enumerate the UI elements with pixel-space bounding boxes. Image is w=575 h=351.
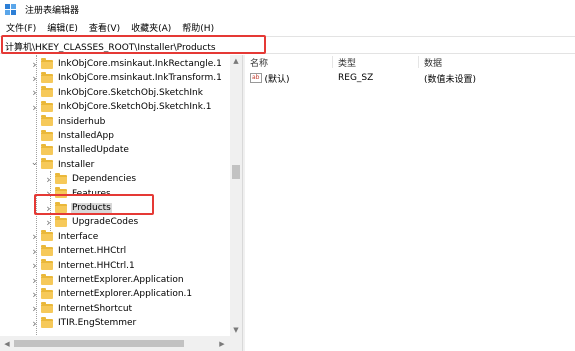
tree-node-label: Dependencies: [72, 174, 137, 185]
chevron-right-icon[interactable]: ›: [30, 244, 39, 258]
string-value-icon: ab: [250, 73, 262, 83]
products-highlight-box: [34, 194, 154, 215]
folder-icon: [41, 57, 53, 69]
tree-node-label: InstalledApp: [58, 131, 114, 141]
menu-help[interactable]: 帮助(H): [182, 21, 214, 34]
value-data: (数值未设置): [424, 74, 477, 85]
tree-node-label: InternetShortcut: [58, 303, 133, 314]
folder-icon: [41, 230, 53, 242]
vertical-scroll-thumb[interactable]: [232, 165, 240, 179]
tree-node[interactable]: › Internet.HHCtrl: [30, 244, 127, 258]
folder-icon: [41, 71, 53, 83]
value-list: 名称 类型 数据 ab (默认) REG_SZ (数值未设置): [245, 55, 575, 351]
tree-node[interactable]: › InternetExplorer.Application.1: [30, 287, 193, 301]
window-title: 注册表编辑器: [25, 6, 80, 16]
tree-node-label: InkObjCore.msinkaut.InkRectangle.1: [58, 59, 222, 69]
menu-file[interactable]: 文件(F): [6, 21, 36, 34]
chevron-right-icon[interactable]: ›: [30, 316, 39, 330]
chevron-right-icon[interactable]: ›: [30, 302, 39, 316]
tree-node[interactable]: InstalledApp: [30, 129, 115, 143]
folder-icon: [41, 129, 53, 141]
chevron-down-icon[interactable]: ⌄: [30, 156, 39, 170]
tree-node[interactable]: › InkObjCore.SketchObj.SketchInk.1: [30, 100, 213, 114]
tree-node[interactable]: › InternetShortcut: [30, 302, 133, 316]
tree-node[interactable]: › InkObjCore.SketchObj.SketchInk: [30, 86, 204, 100]
tree-node-label: insiderhub: [58, 116, 106, 127]
folder-icon: [41, 86, 53, 98]
folder-icon: [55, 172, 67, 184]
folder-icon: [41, 302, 53, 314]
menu-favorites[interactable]: 收藏夹(A): [131, 21, 171, 34]
folder-icon: [41, 244, 53, 256]
tree-node[interactable]: ⌄ Installer: [30, 158, 95, 172]
value-row[interactable]: ab (默认): [250, 71, 290, 85]
folder-icon: [41, 287, 53, 299]
tree-node[interactable]: › UpgradeCodes: [44, 215, 139, 229]
tree-node[interactable]: › InkObjCore.msinkaut.InkTransform.1: [30, 71, 223, 85]
title-bar: 注册表编辑器: [0, 0, 575, 19]
scroll-left-arrow-icon[interactable]: ◀: [1, 336, 13, 351]
chevron-right-icon[interactable]: ›: [44, 215, 53, 229]
chevron-right-icon[interactable]: ›: [30, 100, 39, 114]
folder-icon: [41, 259, 53, 271]
tree-node[interactable]: insiderhub: [30, 115, 106, 129]
tree-node-label: UpgradeCodes: [72, 217, 139, 228]
tree-vertical-scrollbar[interactable]: ▲ ▼: [230, 55, 242, 336]
value-type: REG_SZ: [338, 73, 374, 83]
regedit-app-icon: [5, 3, 17, 16]
tree-node[interactable]: › InternetExplorer.Application: [30, 273, 185, 287]
tree-node-label: InkObjCore.SketchObj.SketchInk.1: [58, 102, 212, 113]
tree-node-label: InkObjCore.msinkaut.InkTransform.1: [58, 73, 222, 84]
value-type-cell: REG_SZ: [338, 71, 373, 85]
menu-view[interactable]: 查看(V): [89, 21, 120, 34]
chevron-right-icon[interactable]: ›: [30, 86, 39, 100]
chevron-right-icon[interactable]: ›: [30, 259, 39, 273]
scroll-down-arrow-icon[interactable]: ▼: [230, 324, 242, 336]
tree-node[interactable]: › Interface: [30, 230, 99, 244]
chevron-right-icon[interactable]: ›: [30, 57, 39, 71]
tree-node[interactable]: › InkObjCore.msinkaut.InkRectangle.1: [30, 57, 223, 71]
scroll-right-arrow-icon[interactable]: ▶: [216, 336, 228, 351]
value-data-cell: (数值未设置): [424, 71, 476, 85]
chevron-right-icon[interactable]: ›: [30, 71, 39, 85]
folder-icon: [41, 115, 53, 127]
column-header-type[interactable]: 类型: [338, 55, 356, 69]
tree-node-label: InternetExplorer.Application: [58, 275, 184, 285]
address-highlight-box: [1, 35, 266, 54]
horizontal-scroll-thumb[interactable]: [14, 340, 184, 347]
tree-node-label: Internet.HHCtrl.1: [58, 260, 135, 271]
folder-icon: [41, 316, 53, 328]
tree-node[interactable]: InstalledUpdate: [30, 143, 130, 157]
folder-icon: [41, 158, 53, 170]
tree-node-label: Interface: [58, 231, 99, 242]
chevron-right-icon[interactable]: ›: [30, 287, 39, 301]
chevron-right-icon[interactable]: ›: [30, 273, 39, 287]
tree-horizontal-scrollbar[interactable]: ◀ ▶: [0, 336, 242, 351]
tree-node[interactable]: › Internet.HHCtrl.1: [30, 259, 136, 273]
tree-node-label: ITIR.EngStemmer: [58, 318, 137, 329]
column-header-name[interactable]: 名称: [250, 55, 268, 69]
folder-icon: [41, 100, 53, 112]
chevron-right-icon[interactable]: ›: [44, 172, 53, 186]
folder-icon: [41, 143, 53, 155]
tree-node-label: Installer: [58, 159, 95, 170]
folder-icon: [55, 215, 67, 227]
scroll-up-arrow-icon[interactable]: ▲: [230, 55, 242, 67]
menu-edit[interactable]: 编辑(E): [47, 21, 78, 34]
menu-bar: 文件(F) 编辑(E) 查看(V) 收藏夹(A) 帮助(H): [0, 19, 575, 36]
chevron-right-icon[interactable]: ›: [30, 230, 39, 244]
tree-node[interactable]: › ITIR.EngStemmer: [30, 316, 137, 330]
folder-icon: [41, 273, 53, 285]
column-header-data[interactable]: 数据: [424, 55, 442, 69]
tree-node-label: Internet.HHCtrl: [58, 246, 127, 257]
tree-node[interactable]: › Dependencies: [44, 172, 137, 186]
tree-node-label: InstalledUpdate: [58, 145, 129, 156]
value-name: (默认): [264, 74, 290, 85]
tree-node-label: InkObjCore.SketchObj.SketchInk: [58, 87, 203, 98]
tree-node-label: InternetExplorer.Application.1: [58, 289, 193, 300]
